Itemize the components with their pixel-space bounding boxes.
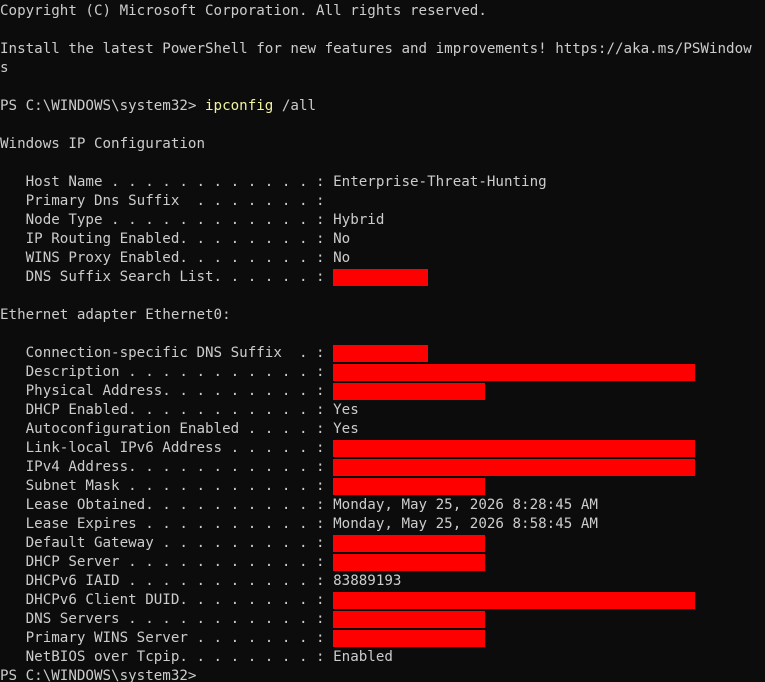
config-key: Connection-specific DNS Suffix . : [0, 345, 334, 361]
windows-ip-rows: Host Name . . . . . . . . . . . . : Ente… [0, 173, 765, 287]
config-value: Enterprise-Threat-Hunting [333, 174, 547, 190]
redaction-bar [333, 592, 696, 609]
ethernet-row: DHCP Enabled. . . . . . . . . . . : Yes [0, 401, 765, 420]
config-key: Lease Expires . . . . . . . . . . : [0, 516, 334, 532]
terminal-window[interactable]: Copyright (C) Microsoft Corporation. All… [0, 0, 765, 682]
ethernet-row: Subnet Mask . . . . . . . . . . . : [0, 477, 765, 496]
config-key: Description . . . . . . . . . . . : [0, 364, 334, 380]
windows-ip-row: WINS Proxy Enabled. . . . . . . . : No [0, 249, 765, 268]
config-value: No [333, 250, 351, 266]
redaction-bar [333, 478, 486, 495]
final-prompt-line[interactable]: PS C:\WINDOWS\system32> [0, 667, 765, 682]
redaction-bar [333, 630, 486, 647]
command-name: ipconfig [205, 98, 274, 114]
ethernet-row: DHCP Server . . . . . . . . . . . : [0, 553, 765, 572]
windows-ip-title: Windows IP Configuration [0, 136, 205, 152]
install-line-1: Install the latest PowerShell for new fe… [0, 41, 752, 57]
config-key: Default Gateway . . . . . . . . . : [0, 535, 334, 551]
ethernet-row: Default Gateway . . . . . . . . . : [0, 534, 765, 553]
windows-ip-row: Host Name . . . . . . . . . . . . : Ente… [0, 173, 765, 192]
config-value: Enabled [333, 649, 393, 665]
config-value: 83889193 [333, 573, 402, 589]
config-value: Hybrid [333, 212, 385, 228]
config-key: Link-local IPv6 Address . . . . . : [0, 440, 334, 456]
config-value: No [333, 231, 351, 247]
windows-ip-row: Primary Dns Suffix . . . . . . . : [0, 192, 765, 211]
final-prompt: PS C:\WINDOWS\system32> [0, 668, 197, 682]
ethernet-row: Autoconfiguration Enabled . . . . : Yes [0, 420, 765, 439]
ethernet-row: Link-local IPv6 Address . . . . . : [0, 439, 765, 458]
config-value: Monday, May 25, 2026 8:28:45 AM [333, 497, 598, 513]
prompt-text: PS C:\WINDOWS\system32> [0, 98, 205, 114]
config-key: Physical Address. . . . . . . . . : [0, 383, 334, 399]
redaction-bar [333, 554, 486, 571]
config-key: Primary WINS Server . . . . . . . : [0, 630, 334, 646]
ethernet-row: NetBIOS over Tcpip. . . . . . . . : Enab… [0, 648, 765, 667]
config-key: Autoconfiguration Enabled . . . . : [0, 421, 334, 437]
config-key: DNS Servers . . . . . . . . . . . : [0, 611, 334, 627]
copyright-line: Copyright (C) Microsoft Corporation. All… [0, 3, 487, 19]
windows-ip-row: DNS Suffix Search List. . . . . . : [0, 268, 765, 287]
ethernet-row: Lease Expires . . . . . . . . . . : Mond… [0, 515, 765, 534]
config-key: Primary Dns Suffix . . . . . . . : [0, 193, 334, 209]
config-value: Yes [333, 402, 359, 418]
redaction-bar [333, 364, 696, 381]
install-line-2: s [0, 60, 9, 76]
config-key: NetBIOS over Tcpip. . . . . . . . : [0, 649, 334, 665]
ethernet-rows: Connection-specific DNS Suffix . : Descr… [0, 344, 765, 667]
redaction-bar [333, 459, 696, 476]
ethernet-row: IPv4 Address. . . . . . . . . . . : [0, 458, 765, 477]
ethernet-row: Primary WINS Server . . . . . . . : [0, 629, 765, 648]
command-args: /all [273, 98, 317, 114]
windows-ip-row: IP Routing Enabled. . . . . . . . : No [0, 230, 765, 249]
redaction-bar [333, 345, 429, 362]
ethernet-title: Ethernet adapter Ethernet0: [0, 307, 231, 323]
config-key: Node Type . . . . . . . . . . . . : [0, 212, 334, 228]
config-key: Lease Obtained. . . . . . . . . . : [0, 497, 334, 513]
ethernet-row: DHCPv6 Client DUID. . . . . . . . : [0, 591, 765, 610]
ethernet-row: Lease Obtained. . . . . . . . . . : Mond… [0, 496, 765, 515]
windows-ip-row: Node Type . . . . . . . . . . . . : Hybr… [0, 211, 765, 230]
ethernet-row: DHCPv6 IAID . . . . . . . . . . . : 8388… [0, 572, 765, 591]
redaction-bar [333, 383, 486, 400]
config-key: DHCP Server . . . . . . . . . . . : [0, 554, 334, 570]
redaction-bar [333, 611, 486, 628]
redaction-bar [333, 269, 429, 286]
config-key: Subnet Mask . . . . . . . . . . . : [0, 478, 334, 494]
redaction-bar [333, 535, 486, 552]
config-key: DHCP Enabled. . . . . . . . . . . : [0, 402, 334, 418]
config-key: WINS Proxy Enabled. . . . . . . . : [0, 250, 334, 266]
ethernet-row: Description . . . . . . . . . . . : [0, 363, 765, 382]
config-value: Yes [333, 421, 359, 437]
config-key: Host Name . . . . . . . . . . . . : [0, 174, 334, 190]
ethernet-row: Connection-specific DNS Suffix . : [0, 344, 765, 363]
config-key: DHCPv6 Client DUID. . . . . . . . : [0, 592, 334, 608]
config-key: DNS Suffix Search List. . . . . . : [0, 269, 334, 285]
config-key: IP Routing Enabled. . . . . . . . : [0, 231, 334, 247]
config-value: Monday, May 25, 2026 8:58:45 AM [333, 516, 598, 532]
ethernet-row: Physical Address. . . . . . . . . : [0, 382, 765, 401]
redaction-bar [333, 440, 696, 457]
prompt-command-line: PS C:\WINDOWS\system32> ipconfig /all [0, 97, 765, 116]
config-key: IPv4 Address. . . . . . . . . . . : [0, 459, 334, 475]
config-key: DHCPv6 IAID . . . . . . . . . . . : [0, 573, 334, 589]
ethernet-row: DNS Servers . . . . . . . . . . . : [0, 610, 765, 629]
